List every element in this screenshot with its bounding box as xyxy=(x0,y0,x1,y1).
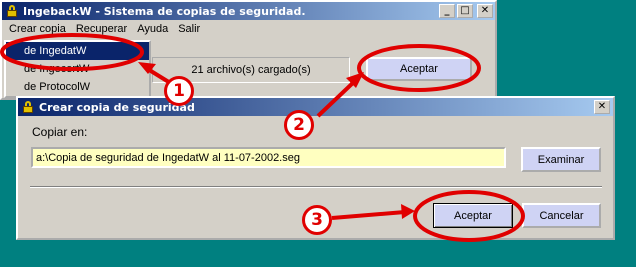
dropdown-item-protocolw[interactable]: de ProtocolW xyxy=(6,78,149,96)
dialog-cancel-button[interactable]: Cancelar xyxy=(522,203,601,228)
menu-ayuda[interactable]: Ayuda xyxy=(132,23,173,35)
lock-icon xyxy=(5,5,19,17)
menu-crear-copia[interactable]: Crear copia xyxy=(4,23,71,35)
lock-icon xyxy=(21,101,35,113)
main-titlebar[interactable]: IngebackW - Sistema de copias de segurid… xyxy=(2,2,495,20)
dialog-title: Crear copia de seguridad xyxy=(39,100,195,114)
dialog-accept-button[interactable]: Aceptar xyxy=(433,203,513,228)
dialog-close-button[interactable]: ✕ xyxy=(594,100,610,114)
step-number-1: 1 xyxy=(164,76,194,106)
step-number-3: 3 xyxy=(302,205,332,235)
backup-path-field[interactable]: a:\Copia de seguridad de IngedatW al 11-… xyxy=(31,147,506,168)
dropdown-item-ingecertw[interactable]: de IngecertW xyxy=(6,60,149,78)
step-number-2: 2 xyxy=(284,110,314,140)
browse-button[interactable]: Examinar xyxy=(521,147,601,172)
crear-copia-dropdown: de IngedatW de IngecertW de ProtocolW xyxy=(4,40,151,98)
menu-salir[interactable]: Salir xyxy=(173,23,205,35)
close-button[interactable]: ✕ xyxy=(477,4,493,18)
dialog-divider xyxy=(30,186,602,188)
dropdown-item-ingedatw[interactable]: de IngedatW xyxy=(6,42,149,60)
main-accept-button[interactable]: Aceptar xyxy=(366,57,472,81)
main-menubar: Crear copia Recuperar Ayuda Salir xyxy=(2,20,495,38)
dialog-titlebar[interactable]: Crear copia de seguridad ✕ xyxy=(18,98,613,116)
main-window-title: IngebackW - Sistema de copias de segurid… xyxy=(23,4,306,18)
menu-recuperar[interactable]: Recuperar xyxy=(71,23,132,35)
maximize-button[interactable]: □ xyxy=(457,4,473,18)
minimize-button[interactable]: _ xyxy=(439,4,455,18)
copy-to-label: Copiar en: xyxy=(32,125,88,139)
